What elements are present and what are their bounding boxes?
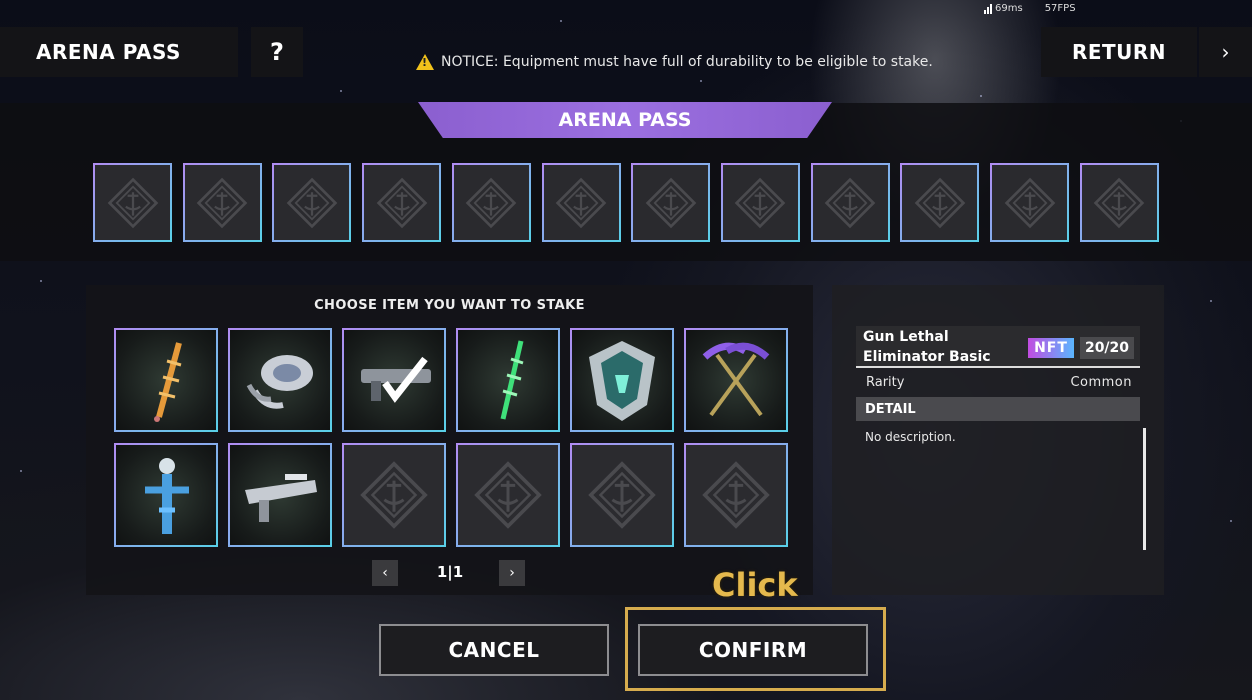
item-slot[interactable]	[456, 328, 560, 432]
empty-item-slot[interactable]	[342, 443, 446, 547]
ping-indicator: 69ms	[984, 3, 1023, 14]
item-slot[interactable]	[228, 443, 332, 547]
page-title: ARENA PASS	[0, 27, 238, 77]
silver-gauntlet-icon	[235, 335, 325, 425]
empty-slot-icon	[285, 176, 339, 230]
ping-text: 69ms	[995, 3, 1023, 14]
empty-slot-icon	[358, 459, 430, 531]
durability-badge: 20/20	[1080, 337, 1134, 359]
pass-slot[interactable]	[1079, 163, 1159, 242]
pass-slot[interactable]	[272, 163, 352, 242]
empty-item-slot[interactable]	[570, 443, 674, 547]
item-name: Gun Lethal Eliminator Basic	[863, 329, 991, 365]
pass-slot[interactable]	[631, 163, 711, 242]
cancel-button[interactable]: CANCEL	[379, 624, 609, 676]
item-slot[interactable]	[342, 328, 446, 432]
empty-slot-icon	[195, 176, 249, 230]
pass-slot[interactable]	[720, 163, 800, 242]
empty-slot-icon	[472, 459, 544, 531]
blue-spirit-figure-icon	[121, 450, 211, 540]
empty-slot-icon	[644, 176, 698, 230]
empty-slot-icon	[586, 459, 658, 531]
empty-slot-icon	[700, 459, 772, 531]
pass-slot[interactable]	[900, 163, 980, 242]
green-sword-icon	[463, 335, 553, 425]
orange-sword-icon	[121, 335, 211, 425]
rifle-selected-icon	[349, 335, 439, 425]
item-slot[interactable]	[114, 443, 218, 547]
pass-slot[interactable]	[541, 163, 621, 242]
empty-slot-icon	[1003, 176, 1057, 230]
item-slot[interactable]	[228, 328, 332, 432]
chevron-right-icon[interactable]: ›	[1199, 27, 1252, 77]
prev-page-button[interactable]: ‹	[372, 560, 398, 586]
choose-item-title: CHOOSE ITEM YOU WANT TO STAKE	[314, 298, 585, 313]
empty-slot-icon	[733, 176, 787, 230]
click-highlight-frame	[625, 607, 886, 691]
description-scrollbar[interactable]	[1143, 428, 1146, 550]
return-button[interactable]: RETURN	[1041, 27, 1197, 77]
pass-slot[interactable]	[182, 163, 262, 242]
detail-heading: DETAIL	[856, 397, 1140, 421]
signal-icon	[984, 4, 992, 14]
empty-slot-icon	[823, 176, 877, 230]
pass-slot[interactable]	[362, 163, 442, 242]
empty-slot-icon	[375, 176, 429, 230]
help-button[interactable]: ?	[251, 27, 303, 77]
pass-slot[interactable]	[990, 163, 1069, 242]
empty-item-slot[interactable]	[684, 443, 788, 547]
empty-slot-icon	[913, 176, 967, 230]
pass-slot[interactable]	[810, 163, 890, 242]
page-indicator: 1|1	[436, 563, 464, 581]
empty-slot-icon	[554, 176, 608, 230]
click-hint: Click	[712, 566, 798, 604]
item-slot[interactable]	[684, 328, 788, 432]
rarity-label: Rarity	[866, 375, 905, 390]
notice-banner: NOTICE: Equipment must have full of dura…	[416, 54, 933, 70]
warning-icon	[416, 54, 434, 70]
arena-pass-banner: ARENA PASS	[418, 102, 832, 138]
next-page-button[interactable]: ›	[499, 560, 525, 586]
rarity-value: Common	[1070, 375, 1132, 390]
item-slot[interactable]	[114, 328, 218, 432]
empty-slot-icon	[464, 176, 518, 230]
shield-armor-icon	[577, 335, 667, 425]
item-description: No description.	[865, 430, 956, 444]
silver-rifle-icon	[235, 450, 325, 540]
empty-slot-icon	[1092, 176, 1146, 230]
notice-text: NOTICE: Equipment must have full of dura…	[441, 54, 933, 70]
fps-text: 57FPS	[1044, 3, 1076, 14]
empty-item-slot[interactable]	[456, 443, 560, 547]
nft-badge: NFT	[1028, 338, 1074, 358]
pass-slot[interactable]	[451, 163, 531, 242]
pass-slot[interactable]	[93, 163, 172, 242]
empty-slot-icon	[106, 176, 160, 230]
purple-scythes-icon	[691, 335, 781, 425]
status-bar: 69ms 57FPS	[984, 3, 1076, 14]
item-slot[interactable]	[570, 328, 674, 432]
